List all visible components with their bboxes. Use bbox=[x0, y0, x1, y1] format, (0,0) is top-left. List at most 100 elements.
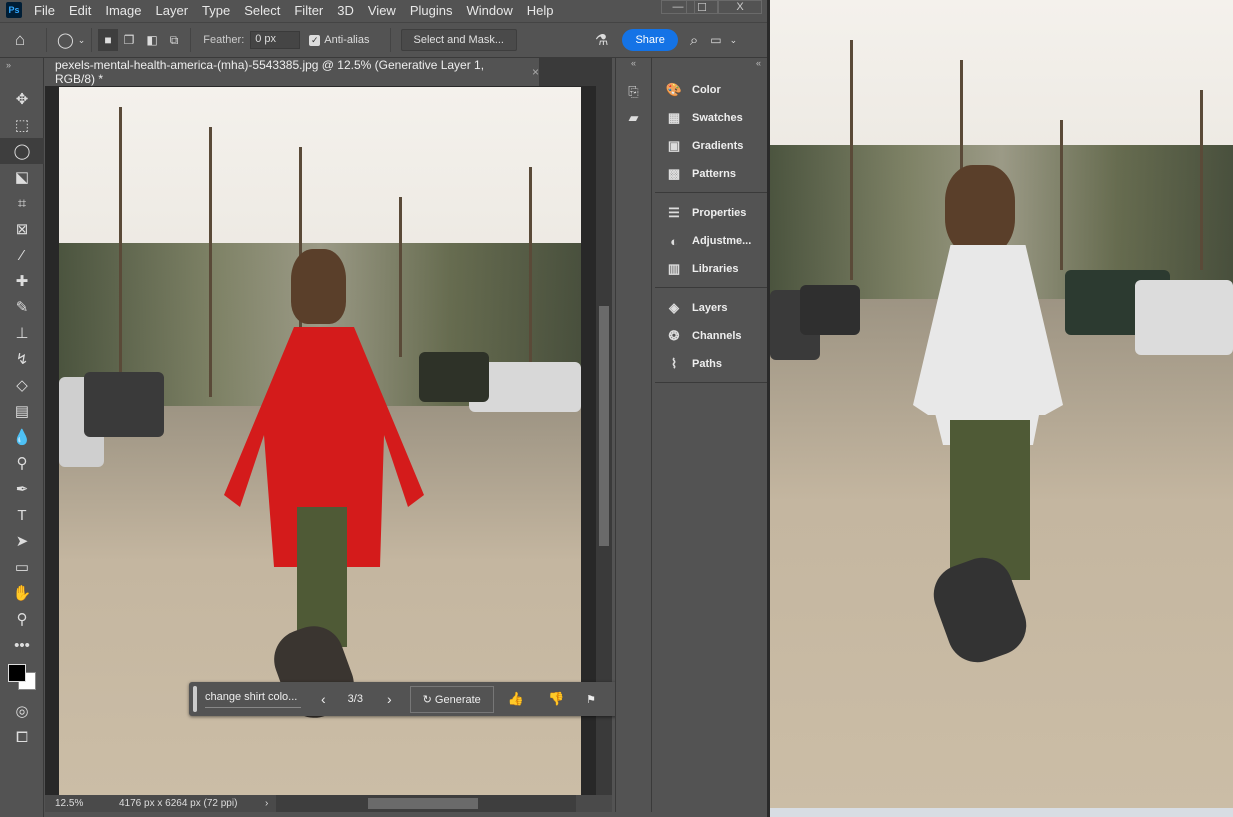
menu-3d[interactable]: 3D bbox=[337, 3, 354, 18]
eraser-tool-icon[interactable]: ◇ bbox=[0, 372, 44, 398]
gradient-tool-icon[interactable]: ▤ bbox=[0, 398, 44, 424]
reference-photo bbox=[770, 0, 1233, 808]
grid-icon: ▦ bbox=[667, 110, 681, 125]
blur-tool-icon[interactable]: 💧 bbox=[0, 424, 44, 450]
menu-help[interactable]: Help bbox=[527, 3, 554, 18]
healing-tool-icon[interactable]: ✚ bbox=[0, 268, 44, 294]
panel-gradients[interactable]: ▣ Gradients bbox=[655, 132, 767, 160]
panel-channels[interactable]: ❂ Channels bbox=[655, 322, 767, 350]
menu-window[interactable]: Window bbox=[466, 3, 512, 18]
status-chevron-icon[interactable]: › bbox=[265, 798, 268, 809]
document-tab[interactable]: pexels-mental-health-america-(mha)-55433… bbox=[45, 58, 540, 86]
menu-view[interactable]: View bbox=[368, 3, 396, 18]
new-selection-icon[interactable]: ■ bbox=[98, 29, 118, 51]
options-bar: ⌂ ◯ ⌄ ■ ❐ ◧ ⧉ Feather: 0 px ✓ Anti-alias … bbox=[0, 22, 770, 58]
panel-adjustments[interactable]: ◐ Adjustme... bbox=[655, 227, 767, 255]
panel-properties[interactable]: ☰ Properties bbox=[655, 199, 767, 227]
paths-icon: ⌇ bbox=[670, 356, 678, 371]
thumbs-down-icon[interactable]: 👎 bbox=[548, 691, 564, 707]
dodge-tool-icon[interactable]: ⚲ bbox=[0, 450, 44, 476]
generate-button[interactable]: ↻ Generate bbox=[409, 685, 494, 713]
zoom-level[interactable]: 12.5% bbox=[45, 798, 95, 809]
share-button[interactable]: Share bbox=[622, 29, 678, 51]
frame-tool-icon[interactable]: ⊠ bbox=[0, 216, 44, 242]
panel-swatches[interactable]: ▦ Swatches bbox=[655, 104, 767, 132]
flag-icon[interactable]: ⚑ bbox=[586, 693, 596, 706]
quick-mask-icon[interactable]: ◎ bbox=[0, 698, 44, 724]
history-icon[interactable]: ⎘ bbox=[616, 84, 651, 100]
brush-tool-icon[interactable]: ✎ bbox=[0, 294, 44, 320]
add-selection-icon[interactable]: ❐ bbox=[124, 33, 135, 47]
color-swatches[interactable] bbox=[0, 658, 43, 698]
menu-select[interactable]: Select bbox=[244, 3, 280, 18]
panel-layers[interactable]: ◈ Layers bbox=[655, 294, 767, 322]
prompt-input[interactable]: change shirt colo... bbox=[205, 691, 301, 708]
regenerate-icon: ↻ bbox=[422, 693, 435, 706]
object-select-tool-icon[interactable]: ⬕ bbox=[0, 164, 44, 190]
history-brush-tool-icon[interactable]: ↯ bbox=[0, 346, 44, 372]
menu-file[interactable]: File bbox=[34, 3, 55, 18]
feather-input[interactable]: 0 px bbox=[250, 31, 301, 49]
thumbs-up-icon[interactable]: 👍 bbox=[508, 691, 524, 707]
close-tab-icon[interactable]: × bbox=[532, 65, 539, 79]
chevron-down-icon[interactable]: ⌄ bbox=[730, 35, 738, 46]
stamp-tool-icon[interactable]: ⊥ bbox=[0, 320, 44, 346]
comments-icon[interactable]: ▰ bbox=[616, 110, 651, 126]
crop-tool-icon[interactable]: ⌗ bbox=[0, 190, 44, 216]
menu-plugins[interactable]: Plugins bbox=[410, 3, 453, 18]
lasso-tool-icon[interactable]: ◯ bbox=[0, 138, 44, 164]
panel-paths[interactable]: ⌇ Paths bbox=[655, 350, 767, 378]
channels-icon: ❂ bbox=[668, 328, 680, 343]
maximize-button[interactable]: ☐ bbox=[686, 0, 718, 14]
panel-libraries[interactable]: ▥ Libraries bbox=[655, 255, 767, 283]
eyedropper-tool-icon[interactable]: ⁄ bbox=[0, 242, 44, 268]
path-select-tool-icon[interactable]: ➤ bbox=[0, 528, 44, 554]
drag-handle[interactable] bbox=[193, 686, 197, 712]
chevron-down-icon[interactable]: ⌄ bbox=[78, 35, 86, 46]
hand-tool-icon[interactable]: ✋ bbox=[0, 580, 44, 606]
intersect-selection-icon[interactable]: ⧉ bbox=[170, 33, 179, 48]
menu-edit[interactable]: Edit bbox=[69, 3, 91, 18]
move-tool-icon[interactable]: ✥ bbox=[0, 86, 44, 112]
collapsed-panel-dock: « ⎘ ▰ bbox=[615, 58, 652, 812]
screen-mode-icon[interactable]: ⧠ bbox=[0, 724, 44, 750]
palette-icon: 🎨 bbox=[665, 82, 683, 97]
workspace-icon[interactable]: ▭ bbox=[710, 33, 721, 47]
more-tools-icon[interactable]: ••• bbox=[0, 632, 44, 658]
select-and-mask-button[interactable]: Select and Mask... bbox=[400, 29, 517, 51]
menu-filter[interactable]: Filter bbox=[294, 3, 323, 18]
pen-tool-icon[interactable]: ✒ bbox=[0, 476, 44, 502]
tools-panel: » ✥ ⬚ ◯ ⬕ ⌗ ⊠ ⁄ ✚ ✎ ⊥ ↯ ◇ ▤ 💧 ⚲ ✒ T ➤ ▭ … bbox=[0, 58, 44, 817]
menu-layer[interactable]: Layer bbox=[156, 3, 189, 18]
document-dimensions: 4176 px x 6264 px (72 ppi) bbox=[119, 798, 238, 809]
rectangle-tool-icon[interactable]: ▭ bbox=[0, 554, 44, 580]
next-variation-icon[interactable]: › bbox=[387, 691, 392, 707]
flask-icon[interactable]: ⚗ bbox=[595, 31, 608, 49]
gradient-icon: ▣ bbox=[667, 138, 681, 153]
lasso-icon[interactable]: ◯ bbox=[57, 31, 74, 49]
menu-image[interactable]: Image bbox=[105, 3, 141, 18]
layers-icon: ◈ bbox=[669, 300, 679, 315]
panel-patterns[interactable]: ▩ Patterns bbox=[655, 160, 767, 188]
generate-label: Generate bbox=[434, 693, 481, 706]
variation-counter: 3/3 bbox=[347, 693, 363, 705]
marquee-tool-icon[interactable]: ⬚ bbox=[0, 112, 44, 138]
feather-label: Feather: bbox=[203, 34, 245, 46]
photoshop-logo: Ps bbox=[6, 2, 22, 18]
home-icon[interactable]: ⌂ bbox=[0, 30, 40, 50]
close-button[interactable]: X bbox=[718, 0, 762, 14]
antialias-checkbox[interactable]: ✓ bbox=[309, 34, 321, 46]
zoom-tool-icon[interactable]: ⚲ bbox=[0, 606, 44, 632]
status-bar: 12.5% 4176 px x 6264 px (72 ppi) › bbox=[45, 795, 612, 812]
menu-type[interactable]: Type bbox=[202, 3, 230, 18]
libraries-icon: ▥ bbox=[667, 261, 681, 276]
subtract-selection-icon[interactable]: ◧ bbox=[146, 33, 157, 47]
horizontal-scrollbar[interactable] bbox=[276, 795, 577, 812]
type-tool-icon[interactable]: T bbox=[0, 502, 44, 528]
previous-variation-icon[interactable]: ‹ bbox=[321, 691, 326, 707]
search-icon[interactable]: ⌕ bbox=[690, 32, 698, 49]
panel-color[interactable]: 🎨 Color bbox=[655, 76, 767, 104]
adjustments-icon: ◐ bbox=[670, 233, 678, 249]
sliders-icon: ☰ bbox=[668, 205, 680, 220]
pattern-icon: ▩ bbox=[667, 166, 681, 181]
